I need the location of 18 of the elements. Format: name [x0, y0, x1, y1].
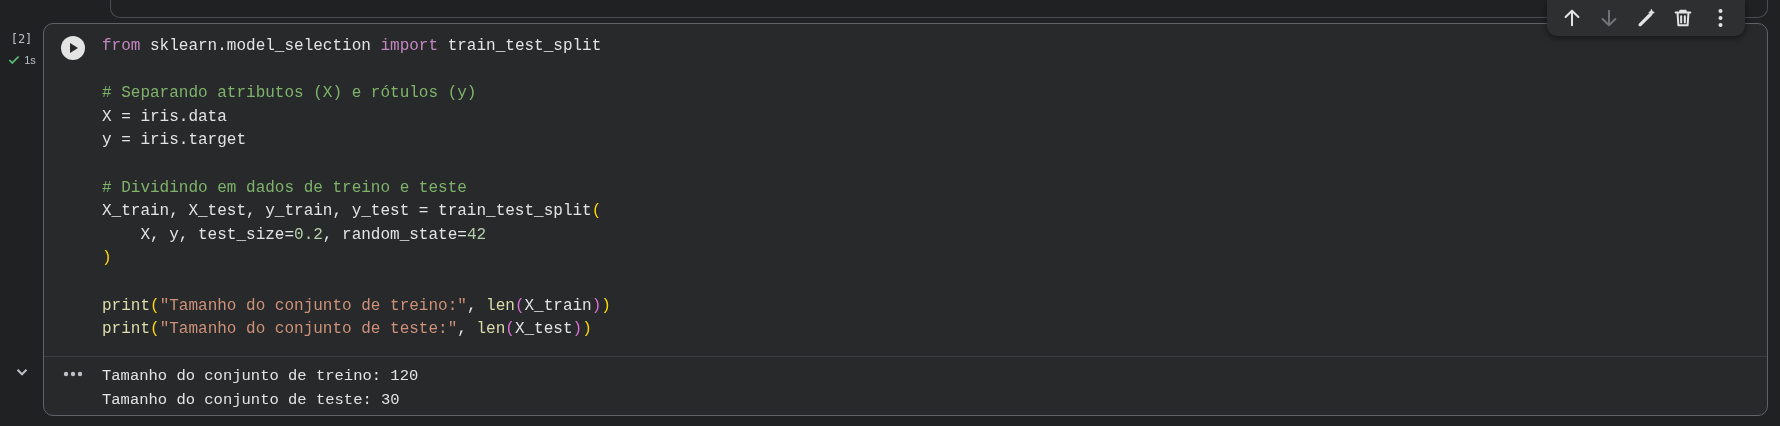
more-icon: [1717, 8, 1723, 28]
more-icon[interactable]: [63, 371, 83, 377]
code-line: # Separando atributos (X) e rótulos (y): [102, 83, 477, 105]
code-line: from sklearn.model_selection import train_test_split: [102, 36, 602, 57]
code-line: # Dividindo em dados de treino e teste: [102, 177, 467, 199]
code-line: X, y, test_size=0.2, random_state=42: [139, 224, 487, 246]
output-line: Tamanho do conjunto de teste: 30: [102, 390, 400, 411]
code-line: ): [102, 248, 112, 270]
output-line: Tamanho do conjunto de treino: 120: [102, 366, 419, 387]
play-icon: [67, 42, 79, 54]
run-button[interactable]: [61, 36, 85, 60]
code-line: print("Tamanho do conjunto de treino:", len(X_train)): [102, 295, 611, 317]
code-line: y = iris.target: [102, 130, 247, 152]
code-line: X_train, X_test, y_train, y_test = train_test_split(: [102, 201, 602, 223]
code-line: print("Tamanho do conjunto de teste:", len(X_test)): [102, 319, 592, 341]
code-line: X = iris.data: [102, 106, 227, 128]
execution-count: [2]: [10, 31, 33, 48]
run-time: 1s: [24, 53, 36, 68]
